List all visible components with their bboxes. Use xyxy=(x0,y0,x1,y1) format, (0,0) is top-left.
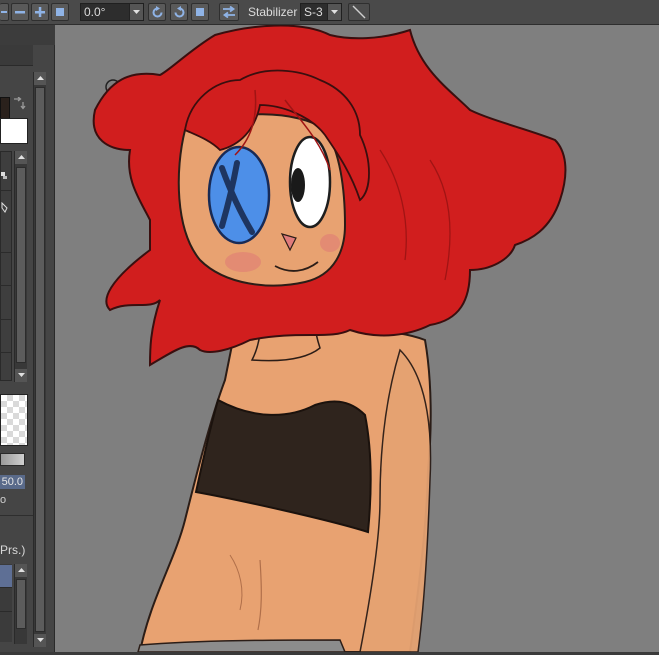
reset-rotation-icon xyxy=(196,8,204,16)
panel-header-gap xyxy=(0,25,55,45)
zoom-out-button[interactable] xyxy=(11,3,29,21)
pen-tool-icon xyxy=(1,202,8,213)
fit-icon xyxy=(56,8,64,16)
artwork-illustration xyxy=(92,24,567,653)
straight-line-icon xyxy=(352,5,366,19)
stabilizer-label: Stabilizer xyxy=(248,5,298,19)
brush-size-value: 50.0 xyxy=(1,476,23,488)
rotate-cw-icon xyxy=(174,5,184,17)
straight-line-button[interactable] xyxy=(348,3,370,21)
scroll-up-button[interactable] xyxy=(34,72,46,85)
top-toolbar: 0.0° Stabilizer S-3 xyxy=(0,0,659,25)
chevron-down-icon[interactable] xyxy=(129,4,143,20)
tool-marker-icon xyxy=(1,172,7,179)
tool-list-scrollbar[interactable] xyxy=(14,151,27,382)
rotate-right-button[interactable] xyxy=(170,3,188,21)
chevron-down-icon xyxy=(17,373,25,377)
percent-label: o xyxy=(0,494,7,506)
arrow-icon xyxy=(0,11,7,13)
fit-view-button[interactable] xyxy=(51,3,69,21)
chevron-down-icon xyxy=(36,638,44,642)
divider xyxy=(0,515,33,516)
divider xyxy=(0,190,12,191)
layer-list-scrollbar[interactable] xyxy=(14,564,27,644)
drawing-canvas[interactable] xyxy=(55,24,659,653)
tool-list[interactable] xyxy=(0,151,12,381)
rotate-ccw-icon xyxy=(152,5,162,17)
brush-size-field[interactable]: 50.0 xyxy=(0,475,25,489)
stabilizer-select[interactable]: S-3 xyxy=(300,3,342,21)
zoom-in-icon xyxy=(35,7,45,17)
zoom-out-icon xyxy=(15,11,25,14)
previous-tool-button[interactable] xyxy=(0,3,9,21)
scroll-up-button[interactable] xyxy=(15,151,27,164)
scroll-thumb[interactable] xyxy=(35,87,45,632)
divider xyxy=(0,352,12,353)
opacity-slider[interactable] xyxy=(0,453,25,466)
panel-header xyxy=(0,45,33,66)
rotation-angle-select[interactable]: 0.0° xyxy=(80,3,144,21)
transparent-color-swatch[interactable] xyxy=(0,394,28,446)
pressure-label: Prs.) xyxy=(0,543,26,557)
scroll-thumb[interactable] xyxy=(16,579,26,629)
divider xyxy=(0,285,12,286)
divider xyxy=(0,319,12,320)
scroll-up-button[interactable] xyxy=(15,564,27,577)
divider xyxy=(0,252,12,253)
flip-horizontal-button[interactable] xyxy=(219,3,239,21)
scroll-thumb[interactable] xyxy=(16,167,26,363)
chevron-up-icon xyxy=(17,155,25,159)
scroll-down-button[interactable] xyxy=(34,634,46,647)
selected-layer-row[interactable] xyxy=(0,565,12,587)
scroll-down-button[interactable] xyxy=(15,369,27,382)
rotate-left-button[interactable] xyxy=(148,3,166,21)
panel-scrollbar[interactable] xyxy=(33,72,46,647)
chevron-up-icon xyxy=(36,76,44,80)
chevron-up-icon xyxy=(17,568,25,572)
reset-rotation-button[interactable] xyxy=(191,3,209,21)
left-panel: 50.0 o Prs.) xyxy=(0,45,55,652)
chevron-down-icon[interactable] xyxy=(327,4,341,20)
background-color-swatch[interactable] xyxy=(0,118,28,144)
stabilizer-value: S-3 xyxy=(304,5,323,19)
flip-horizontal-icon xyxy=(222,6,236,18)
zoom-in-button[interactable] xyxy=(31,3,49,21)
rotation-angle-value: 0.0° xyxy=(84,5,106,19)
swap-colors-icon[interactable] xyxy=(12,97,26,111)
